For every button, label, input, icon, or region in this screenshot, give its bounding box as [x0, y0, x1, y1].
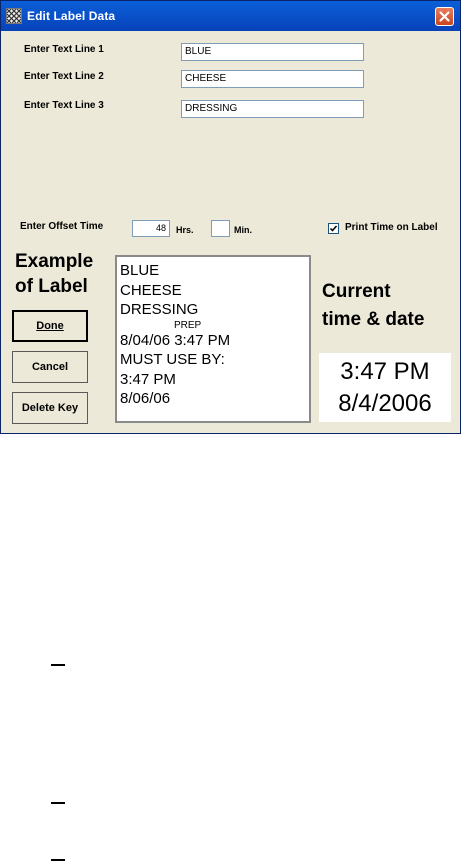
text-line-1-label: Enter Text Line 1 [24, 44, 104, 55]
preview-line-2: CHEESE [120, 281, 182, 299]
delete-key-button[interactable]: Delete Key [12, 392, 88, 424]
cancel-button-label: Cancel [31, 361, 69, 373]
text-line-3-input[interactable]: DRESSING [181, 100, 364, 118]
text-line-3-label: Enter Text Line 3 [24, 100, 104, 111]
window-title: Edit Label Data [27, 9, 116, 23]
offset-minutes-input[interactable] [211, 220, 230, 237]
underscore-mark [51, 664, 65, 666]
preview-use-by-date: 8/06/06 [120, 390, 171, 407]
underscore-mark [51, 859, 65, 861]
current-title-line-2: time & date [322, 309, 425, 330]
text-line-2-label: Enter Text Line 2 [24, 71, 104, 82]
cancel-button[interactable]: Cancel [12, 351, 88, 383]
text-line-1-input[interactable]: BLUE [181, 43, 364, 61]
done-button-label: Done [36, 320, 64, 332]
close-icon[interactable] [435, 7, 454, 26]
preview-use-by-time: 3:47 PM [120, 370, 176, 388]
print-time-checkbox[interactable] [328, 223, 339, 234]
current-time: 3:47 PM [340, 358, 430, 385]
preview-line-3: DRESSING [120, 301, 199, 318]
example-title-line-1: Example [15, 251, 94, 272]
offset-time-label: Enter Offset Time [20, 221, 104, 232]
hours-unit-label: Hrs. [176, 225, 194, 235]
current-time-title: Current time & date [322, 278, 424, 334]
preview-line-1: BLUE [120, 262, 160, 279]
label-app-icon [6, 8, 22, 24]
example-title-line-2: of Label [15, 276, 88, 297]
done-button[interactable]: Done [12, 310, 88, 342]
preview-prep-label: PREP [174, 319, 202, 331]
current-clock: 3:47 PM 8/4/2006 [319, 353, 451, 422]
checkmark-icon [329, 225, 338, 232]
underscore-mark [51, 802, 65, 804]
title-bar[interactable]: Edit Label Data [1, 1, 460, 31]
delete-key-button-label: Delete Key [21, 402, 79, 414]
offset-hours-input[interactable]: 48 [132, 220, 170, 237]
current-date: 8/4/2006 [338, 390, 432, 417]
print-time-label: Print Time on Label [345, 222, 438, 233]
text-line-2-input[interactable]: CHEESE [181, 70, 364, 88]
label-preview: BLUE CHEESE DRESSING PREP 8/04/06 3:47 P… [115, 255, 311, 423]
current-title-line-1: Current [322, 281, 391, 302]
preview-use-by-label: MUST USE BY: [120, 351, 225, 368]
minutes-unit-label: Min. [234, 225, 252, 235]
edit-label-dialog: Edit Label Data Enter Text Line 1 BLUE E… [0, 0, 461, 434]
preview-prep-time: 8/04/06 3:47 PM [120, 331, 231, 349]
example-title: Example of Label [15, 249, 93, 299]
